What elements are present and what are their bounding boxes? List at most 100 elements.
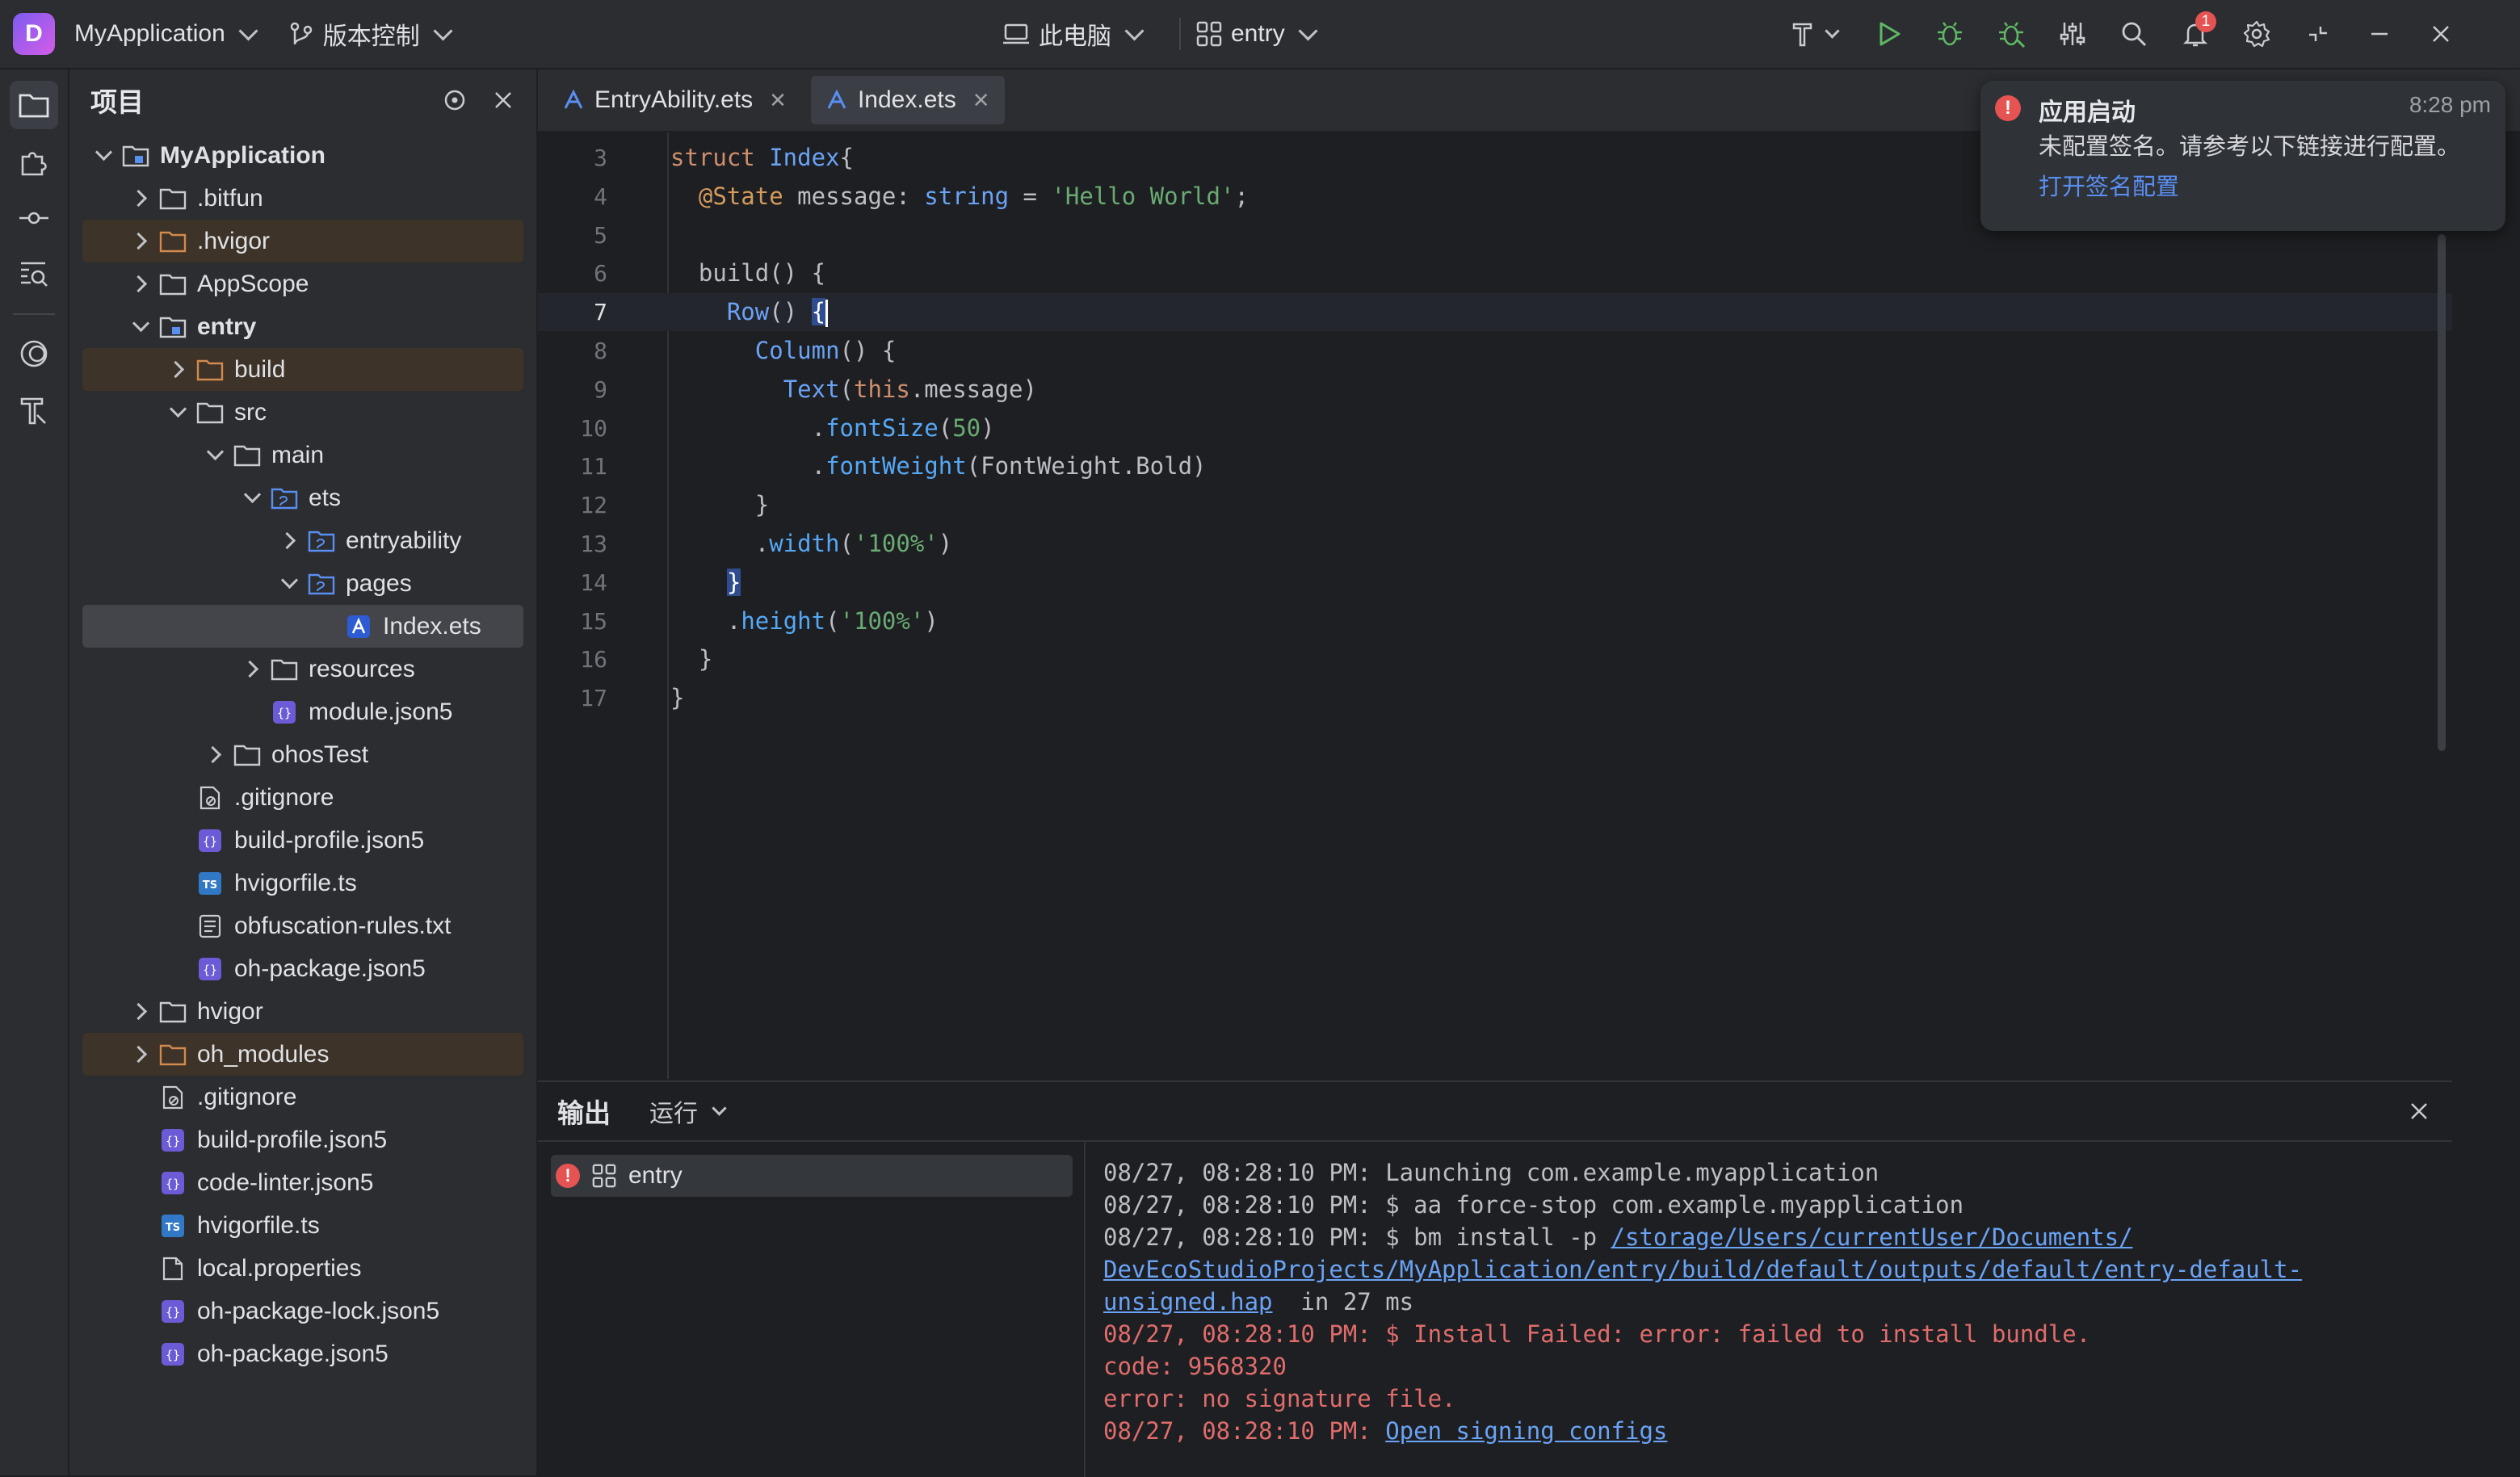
tab-label: Index.ets <box>857 86 956 113</box>
commit-tool-button[interactable] <box>10 194 58 242</box>
run-config-item[interactable]: ! entry <box>551 1155 1073 1197</box>
structure-tool-button[interactable] <box>10 250 58 299</box>
close-icon[interactable] <box>491 88 515 112</box>
project-tool-button[interactable] <box>10 81 58 129</box>
code-line[interactable]: 15 .height('100%') <box>538 602 2452 640</box>
search-button[interactable] <box>2119 19 2148 48</box>
tree-item[interactable]: .hvigor <box>69 220 536 262</box>
settings-button[interactable] <box>2242 19 2271 48</box>
tree-item[interactable]: resources <box>69 648 536 690</box>
tree-item[interactable]: Index.ets <box>69 605 536 648</box>
chevron-right-icon[interactable] <box>131 232 150 251</box>
chevron-right-icon[interactable] <box>131 1002 150 1022</box>
tree-item[interactable]: .gitignore <box>69 1076 536 1118</box>
log-link[interactable]: Open signing configs <box>1385 1417 1667 1445</box>
debug-button[interactable] <box>1935 19 1964 48</box>
log-link[interactable]: /storage/Users/currentUser/Documents/ <box>1611 1223 2133 1251</box>
run-button[interactable] <box>1874 19 1903 48</box>
output-log[interactable]: 08/27, 08:28:10 PM: Launching com.exampl… <box>1103 1156 2302 1447</box>
tree-item[interactable]: .bitfun <box>69 177 536 220</box>
collapse-window-button[interactable] <box>2304 19 2333 48</box>
tree-item[interactable]: {} code-linter.json5 <box>69 1161 536 1204</box>
tree-item[interactable]: entryability <box>69 519 536 562</box>
close-tab-icon[interactable]: ✕ <box>972 88 990 113</box>
tree-item[interactable]: {} build-profile.json5 <box>69 1118 536 1161</box>
code-line[interactable]: 11 .fontWeight(FontWeight.Bold) <box>538 447 2452 485</box>
code-line[interactable]: 9 Text(this.message) <box>538 371 2452 409</box>
chevron-right-icon[interactable] <box>168 360 187 380</box>
run-tab[interactable]: 运行 <box>649 1093 727 1129</box>
chevron-down-icon[interactable] <box>242 489 262 508</box>
tree-item[interactable]: {} oh-package.json5 <box>69 1332 536 1375</box>
tree-item[interactable]: src <box>69 391 536 434</box>
module-selector[interactable]: entry <box>1195 20 1318 48</box>
chevron-right-icon[interactable] <box>131 1045 150 1064</box>
plugins-tool-button[interactable] <box>10 137 58 186</box>
tree-item[interactable]: ohosTest <box>69 733 536 776</box>
close-window-button[interactable] <box>2426 19 2455 48</box>
notifications-button[interactable]: 1 <box>2181 11 2216 48</box>
code-line[interactable]: 17} <box>538 679 2452 717</box>
chevron-down-icon[interactable] <box>168 403 187 422</box>
tab-entryability[interactable]: EntryAbility.ets ✕ <box>548 76 801 124</box>
tree-item[interactable]: entry <box>69 305 536 348</box>
code-line[interactable]: 8 Column() { <box>538 332 2452 370</box>
chevron-down-icon[interactable] <box>131 317 150 337</box>
tree-item[interactable]: local.properties <box>69 1247 536 1290</box>
project-switcher[interactable]: MyApplication <box>74 20 258 48</box>
code-line[interactable]: 16 } <box>538 640 2452 678</box>
tree-item[interactable]: main <box>69 434 536 476</box>
chevron-down-icon[interactable] <box>279 574 299 594</box>
close-icon[interactable] <box>2407 1099 2431 1123</box>
tree-item-label: .hvigor <box>197 227 271 254</box>
tree-item[interactable]: AppScope <box>69 262 536 305</box>
tree-item[interactable]: TS hvigorfile.ts <box>69 1204 536 1247</box>
code-line[interactable]: 10 .fontSize(50) <box>538 409 2452 447</box>
tree-item[interactable]: {} oh-package.json5 <box>69 947 536 990</box>
services-tool-button[interactable] <box>10 329 58 378</box>
chevron-right-icon[interactable] <box>205 745 225 765</box>
code-text: .width('100%') <box>670 525 952 563</box>
code-line[interactable]: 7 Row() { <box>538 293 2452 332</box>
chevron-down-icon <box>1298 20 1318 41</box>
editor-scrollbar[interactable] <box>2438 234 2446 751</box>
tree-item[interactable]: build <box>69 348 536 391</box>
build-tools-button[interactable] <box>1785 19 1842 48</box>
code-line[interactable]: 6 build() { <box>538 254 2452 292</box>
chevron-down-icon[interactable] <box>94 146 113 166</box>
tree-item[interactable]: hvigor <box>69 990 536 1033</box>
close-tab-icon[interactable]: ✕ <box>769 88 787 113</box>
vcs-menu[interactable]: 版本控制 <box>288 16 453 52</box>
tree-item[interactable]: obfuscation-rules.txt <box>69 904 536 947</box>
tree-item[interactable]: TS hvigorfile.ts <box>69 862 536 904</box>
tree-item[interactable]: MyApplication <box>69 134 536 177</box>
code-line[interactable]: 14 } <box>538 564 2452 602</box>
profiler-button[interactable] <box>2058 19 2087 48</box>
build-tool-button[interactable] <box>10 386 58 434</box>
device-selector[interactable]: 此电脑 <box>1002 16 1144 52</box>
log-link[interactable]: unsigned.hap <box>1103 1288 1273 1315</box>
code-token: () { <box>839 337 897 364</box>
tree-item[interactable]: ets <box>69 476 536 519</box>
chevron-right-icon[interactable] <box>242 660 262 679</box>
code-editor[interactable]: 3 struct Index{4 @State message: string =… <box>538 132 2452 1079</box>
log-link[interactable]: DevEcoStudioProjects/MyApplication/entry… <box>1103 1256 2302 1283</box>
run-tab-label: 运行 <box>649 1101 698 1127</box>
chevron-right-icon[interactable] <box>131 189 150 208</box>
attach-debugger-button[interactable] <box>1997 19 2026 48</box>
locate-icon[interactable] <box>441 86 468 114</box>
tree-item[interactable]: .gitignore <box>69 776 536 819</box>
tree-item[interactable]: {} module.json5 <box>69 690 536 733</box>
chevron-right-icon[interactable] <box>279 531 299 551</box>
tree-item[interactable]: {} build-profile.json5 <box>69 819 536 862</box>
chevron-down-icon[interactable] <box>205 446 225 465</box>
tree-item[interactable]: pages <box>69 562 536 605</box>
chevron-right-icon[interactable] <box>131 275 150 294</box>
tree-item[interactable]: oh_modules <box>69 1033 536 1076</box>
open-signing-config-link[interactable]: 打开签名配置 <box>2039 168 2179 202</box>
tab-index[interactable]: Index.ets ✕ <box>810 76 1005 124</box>
code-line[interactable]: 12 } <box>538 486 2452 524</box>
code-line[interactable]: 13 .width('100%') <box>538 525 2452 563</box>
tree-item[interactable]: {} oh-package-lock.json5 <box>69 1290 536 1332</box>
minimize-button[interactable] <box>2365 19 2394 48</box>
